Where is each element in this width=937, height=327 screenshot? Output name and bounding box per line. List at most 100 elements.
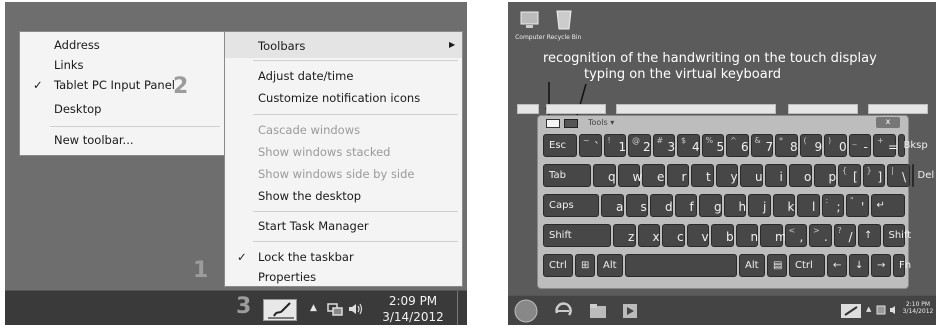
key-delete[interactable]: Del	[911, 164, 934, 187]
key[interactable]: o	[789, 164, 812, 187]
key[interactable]: _ -	[848, 134, 871, 157]
key[interactable]: + =	[873, 134, 898, 157]
key[interactable]: e	[642, 164, 665, 187]
menu-item-show-the-desktop[interactable]: Show the desktop	[258, 189, 361, 203]
key-up-arrow[interactable]: ↑	[858, 224, 881, 247]
key[interactable]: * 8	[775, 134, 798, 157]
key-shift-left[interactable]: Shift	[543, 224, 611, 247]
key[interactable]: w	[617, 164, 642, 187]
key[interactable]: j	[748, 194, 771, 217]
desktop-icon-recycle-bin[interactable]: Recycle Bin	[544, 8, 584, 41]
handwriting-mode-icon[interactable]	[546, 119, 560, 128]
taskbar-clock[interactable]: 2:09 PM 3/14/2012	[373, 294, 453, 324]
key[interactable]: @2	[628, 134, 651, 157]
keyboard-mode-icon[interactable]	[564, 119, 578, 128]
key[interactable]: s	[625, 194, 648, 217]
key[interactable]: }]	[862, 164, 885, 187]
key[interactable]: % 5	[701, 134, 724, 157]
key-enter[interactable]: ↵	[870, 194, 905, 217]
key[interactable]: #3	[652, 134, 675, 157]
submenu-item-address[interactable]: Address	[54, 38, 100, 52]
key[interactable]: (9	[799, 134, 822, 157]
key[interactable]: v	[686, 224, 709, 247]
key[interactable]: g	[699, 194, 722, 217]
key[interactable]: p	[813, 164, 836, 187]
tools-menu[interactable]: Tools ▾	[588, 118, 614, 127]
key[interactable]: y	[715, 164, 738, 187]
key[interactable]: u	[740, 164, 763, 187]
key[interactable]: n	[735, 224, 758, 247]
key[interactable]: & 7	[750, 134, 773, 157]
key-shift-right[interactable]: Shift	[882, 224, 911, 247]
start-button-icon[interactable]	[514, 299, 538, 323]
key[interactable]: >.	[809, 224, 832, 247]
key-space[interactable]	[625, 254, 737, 277]
close-button[interactable]: x	[876, 117, 900, 128]
tablet-pc-input-panel-icon[interactable]	[841, 304, 861, 318]
key[interactable]: $4	[677, 134, 700, 157]
key-right-arrow[interactable]: →	[871, 254, 891, 277]
tablet-pc-input-panel-icon[interactable]	[263, 299, 297, 321]
key-alt-right[interactable]: Alt	[739, 254, 765, 277]
show-hidden-icons-icon[interactable]: ▲	[866, 305, 871, 313]
key[interactable]: k	[772, 194, 795, 217]
key-caps-lock[interactable]: Caps	[543, 194, 599, 217]
media-player-icon[interactable]	[622, 303, 638, 319]
key[interactable]: <,	[784, 224, 807, 247]
submenu-item-links[interactable]: Links	[54, 58, 84, 72]
volume-icon[interactable]	[889, 305, 899, 315]
menu-item-customize-notification-icons[interactable]: Customize notification icons	[258, 91, 420, 105]
desktop-icon-computer[interactable]: Computer	[512, 10, 548, 41]
network-icon[interactable]	[876, 305, 886, 315]
key[interactable]: h	[723, 194, 746, 217]
file-explorer-icon[interactable]	[588, 302, 608, 320]
show-desktop-button[interactable]	[457, 291, 465, 325]
key[interactable]: ? /	[833, 224, 856, 247]
submenu-item-new-toolbar[interactable]: New toolbar...	[54, 133, 134, 147]
key[interactable]: b	[711, 224, 734, 247]
key-ctrl-left[interactable]: Ctrl	[543, 254, 573, 277]
key-ctrl-right[interactable]: Ctrl	[789, 254, 825, 277]
key-alt-left[interactable]: Alt	[597, 254, 623, 277]
key-fn[interactable]: Fn	[893, 254, 911, 277]
submenu-item-tablet-pc-input-panel[interactable]: Tablet PC Input Panel	[54, 78, 175, 92]
volume-icon[interactable]	[348, 302, 364, 316]
menu-item-start-task-manager[interactable]: Start Task Manager	[258, 219, 369, 233]
key[interactable]: ) 0	[824, 134, 847, 157]
key[interactable]: q	[593, 164, 616, 187]
menu-item-lock-the-taskbar[interactable]: Lock the taskbar	[258, 250, 354, 264]
key[interactable]: t	[691, 164, 714, 187]
key-backspace[interactable]: Bksp	[897, 134, 928, 157]
key[interactable]: ^ 6	[726, 134, 749, 157]
show-hidden-icons-icon[interactable]: ▲	[310, 303, 317, 313]
key[interactable]: c	[662, 224, 685, 247]
key-windows[interactable]: ⊞	[575, 254, 595, 277]
key-down-arrow[interactable]: ↓	[849, 254, 869, 277]
taskbar-clock[interactable]: 2:10 PM 3/14/2012	[901, 301, 935, 315]
menu-item-properties[interactable]: Properties	[258, 270, 316, 284]
key[interactable]: a	[601, 194, 624, 217]
menu-item-adjust-date-time[interactable]: Adjust date/time	[258, 69, 353, 83]
key[interactable]: z	[613, 224, 636, 247]
key-tab[interactable]: Tab	[543, 164, 591, 187]
submenu-item-desktop[interactable]: Desktop	[54, 102, 101, 116]
key[interactable]: i	[764, 164, 787, 187]
network-icon[interactable]	[327, 301, 343, 317]
key-left-arrow[interactable]: ←	[827, 254, 847, 277]
internet-explorer-icon[interactable]	[553, 301, 573, 321]
key[interactable]: d	[650, 194, 673, 217]
key[interactable]: m	[760, 224, 787, 247]
key-esc[interactable]: Esc	[543, 134, 577, 157]
key[interactable]: ! 1	[603, 134, 626, 157]
key[interactable]: r	[666, 164, 689, 187]
key[interactable]: x	[637, 224, 660, 247]
key[interactable]: l	[797, 194, 820, 217]
key[interactable]: ~ `	[579, 134, 602, 157]
key[interactable]: :;	[821, 194, 844, 217]
key[interactable]: {[	[838, 164, 861, 187]
key[interactable]: " '	[846, 194, 869, 217]
menu-item-toolbars[interactable]: Toolbars	[258, 39, 305, 53]
key[interactable]: | \	[887, 164, 910, 187]
key-menu[interactable]: ▤	[767, 254, 787, 277]
key[interactable]: f	[674, 194, 697, 217]
